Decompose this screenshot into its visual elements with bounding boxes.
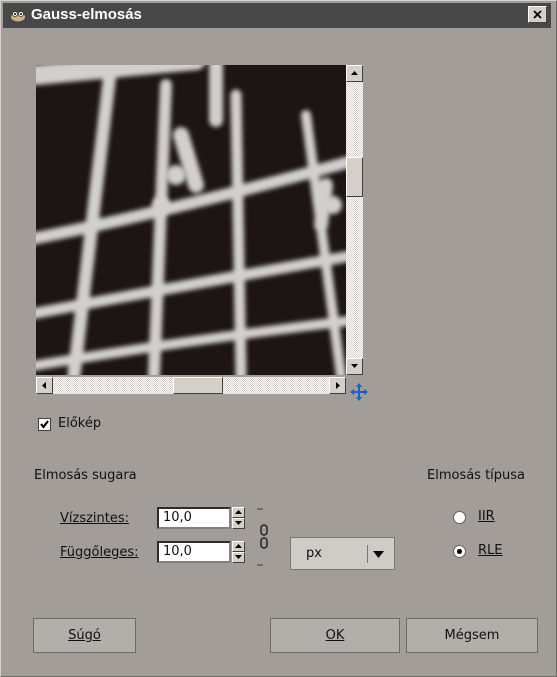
- arrow-right-icon: [336, 382, 340, 389]
- radio-rle-label: RLE: [478, 543, 503, 558]
- window-title: Gauss-elmosás: [31, 6, 142, 23]
- unit-dropdown[interactable]: px: [290, 537, 395, 570]
- horizontal-radius-stepper[interactable]: [232, 507, 245, 529]
- radio-iir-label: IIR: [478, 509, 495, 524]
- vertical-radius-stepper[interactable]: [232, 541, 245, 563]
- vertical-decrement-button[interactable]: [232, 552, 245, 563]
- navigate-move-icon[interactable]: [349, 382, 369, 402]
- check-icon: [40, 420, 49, 429]
- blur-method-section-label: Elmosás típusa: [427, 468, 526, 483]
- title-bar[interactable]: Gauss-elmosás: [3, 3, 551, 28]
- vertical-increment-button[interactable]: [232, 541, 245, 552]
- horizontal-radius-input[interactable]: 10,0: [157, 507, 231, 529]
- chevron-down-icon: [373, 551, 384, 558]
- close-icon: [533, 10, 542, 19]
- preview-checkbox[interactable]: [38, 418, 51, 431]
- horizontal-scroll-thumb[interactable]: [173, 377, 223, 394]
- radio-selected-dot: [457, 549, 462, 554]
- arrow-up-icon: [351, 71, 358, 75]
- unit-dropdown-value: px: [306, 546, 322, 561]
- cancel-button[interactable]: Mégsem: [406, 618, 538, 653]
- vertical-radius-input[interactable]: 10,0: [157, 541, 231, 563]
- arrow-left-icon: [42, 382, 46, 389]
- preview-image: [36, 65, 346, 375]
- blur-radius-section-label: Elmosás sugara: [34, 468, 137, 483]
- preview-checkbox-label: Előkép: [58, 416, 102, 431]
- close-button[interactable]: [528, 6, 547, 23]
- chain-link-icon[interactable]: [255, 508, 269, 566]
- scroll-left-button[interactable]: [36, 377, 53, 394]
- arrow-down-icon: [235, 555, 242, 559]
- arrow-down-icon: [351, 364, 358, 368]
- radio-iir[interactable]: [453, 511, 466, 524]
- horizontal-decrement-button[interactable]: [232, 518, 245, 529]
- vertical-scroll-thumb[interactable]: [346, 157, 363, 197]
- help-button[interactable]: Súgó: [33, 618, 136, 653]
- dropdown-separator: [367, 545, 368, 563]
- preview-vertical-scrollbar[interactable]: [346, 65, 363, 375]
- horizontal-increment-button[interactable]: [232, 507, 245, 518]
- scroll-right-button[interactable]: [329, 377, 346, 394]
- scroll-down-button[interactable]: [346, 358, 363, 375]
- preview-horizontal-scrollbar[interactable]: [36, 377, 346, 394]
- scroll-up-button[interactable]: [346, 65, 363, 82]
- ok-button[interactable]: OK: [270, 618, 400, 653]
- arrow-up-icon: [235, 510, 242, 514]
- radio-rle[interactable]: [453, 545, 466, 558]
- gimp-icon: [11, 11, 25, 22]
- arrow-up-icon: [235, 544, 242, 548]
- arrow-down-icon: [235, 521, 242, 525]
- preview-canvas[interactable]: [36, 65, 346, 375]
- vertical-radius-label: Függőleges:: [60, 545, 139, 560]
- horizontal-radius-label: Vízszintes:: [60, 511, 130, 526]
